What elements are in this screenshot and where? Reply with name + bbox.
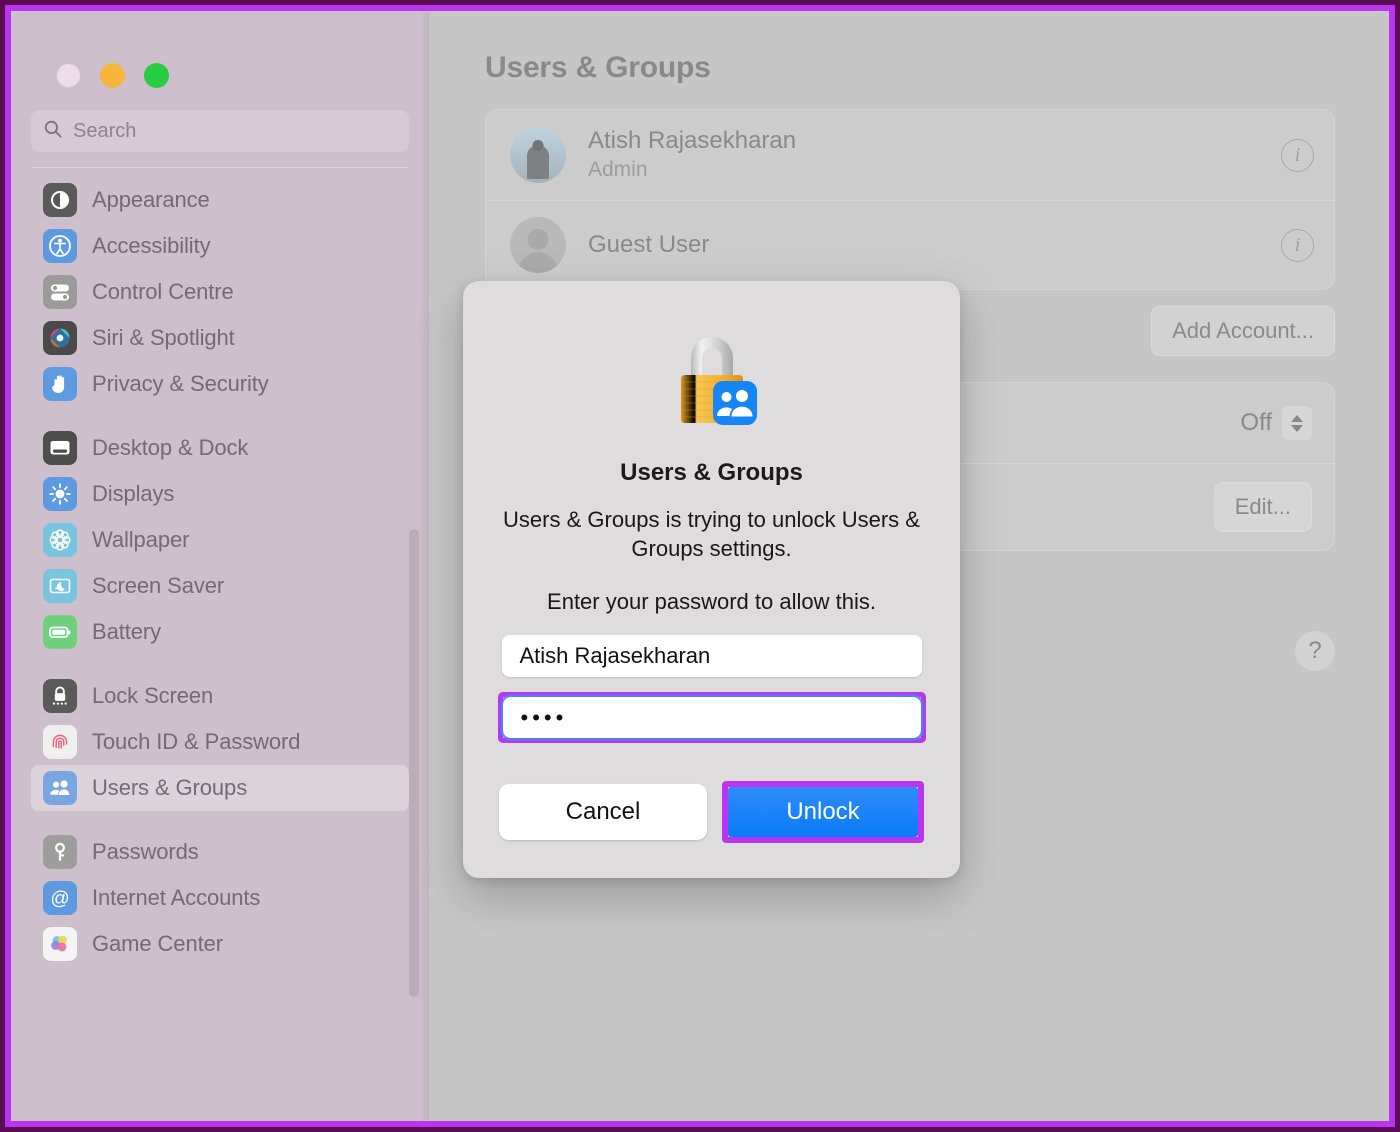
sidebar-item-appearance[interactable]: Appearance (31, 177, 409, 223)
auto-login-popup[interactable]: Off (1240, 406, 1312, 441)
chevron-updown-icon (1282, 406, 1312, 441)
minimize-button[interactable] (100, 63, 125, 88)
unlock-dialog: Users & Groups Users & Groups is trying … (463, 281, 960, 878)
sidebar-item-label: Game Center (92, 931, 223, 956)
dialog-title: Users & Groups (620, 459, 803, 486)
sidebar-item-desktop-dock[interactable]: Desktop & Dock (31, 425, 409, 471)
lock-users-groups-icon (680, 337, 757, 425)
add-account-button[interactable]: Add Account... (1151, 306, 1335, 357)
wallpaper-icon (43, 523, 77, 557)
sidebar-item-touch-id[interactable]: Touch ID & Password (31, 719, 409, 765)
sidebar-group-1: Appearance Accessibility Control Centre (31, 177, 409, 407)
table-row[interactable]: Guest User i (486, 200, 1334, 289)
sidebar-item-control-centre[interactable]: Control Centre (31, 269, 409, 315)
user-info: Guest User (588, 230, 1259, 260)
sidebar-item-label: Battery (92, 619, 161, 644)
battery-icon (43, 615, 77, 649)
cancel-button[interactable]: Cancel (499, 784, 707, 841)
password-dots: •••• (520, 704, 568, 730)
sidebar-group-2: Desktop & Dock Displays Wallpaper Screen… (31, 425, 409, 655)
close-button[interactable] (56, 63, 81, 88)
page-title: Users & Groups (485, 51, 711, 84)
sidebar-item-displays[interactable]: Displays (31, 471, 409, 517)
edit-button[interactable]: Edit... (1213, 482, 1312, 533)
sidebar-item-label: Lock Screen (92, 683, 214, 708)
sidebar-item-label: Displays (92, 481, 175, 506)
user-info: Atish Rajasekharan Admin (588, 126, 1259, 184)
window-controls (11, 11, 429, 88)
sidebar-item-lock-screen[interactable]: Lock Screen (31, 673, 409, 719)
user-role: Admin (588, 158, 648, 181)
search-container: Search (11, 88, 429, 168)
sidebar-item-game-center[interactable]: Game Center (31, 921, 409, 967)
zoom-button[interactable] (144, 63, 169, 88)
internet-accounts-icon: @ (43, 881, 77, 915)
appearance-icon (43, 183, 77, 217)
sidebar-scrollbar[interactable] (409, 529, 419, 997)
svg-text:@: @ (50, 889, 69, 910)
password-input[interactable]: •••• (502, 697, 921, 739)
sidebar-item-label: Users & Groups (92, 775, 248, 800)
passwords-icon (43, 835, 77, 869)
info-icon[interactable]: i (1281, 228, 1314, 262)
sidebar-item-accessibility[interactable]: Accessibility (31, 223, 409, 269)
annotation-border: Search Appearance Accessibility Control … (5, 5, 1395, 1127)
sidebar-item-label: Internet Accounts (92, 885, 261, 910)
sidebar-nav: Appearance Accessibility Control Centre (11, 168, 429, 967)
sidebar-item-battery[interactable]: Battery (31, 609, 409, 655)
lock-screen-icon (43, 679, 77, 713)
system-settings-window: Search Appearance Accessibility Control … (11, 11, 1389, 1121)
sidebar-item-label: Passwords (92, 839, 199, 864)
sidebar-item-internet-accounts[interactable]: @ Internet Accounts (31, 875, 409, 921)
search-icon (43, 119, 63, 144)
search-placeholder: Search (73, 119, 137, 142)
dialog-subtitle: Enter your password to allow this. (547, 589, 876, 615)
sidebar-item-users-groups[interactable]: Users & Groups (31, 765, 409, 811)
screen-saver-icon (43, 569, 77, 603)
unlock-button[interactable]: Unlock (728, 787, 918, 838)
password-field-highlight: •••• (497, 692, 926, 744)
sidebar-item-siri-spotlight[interactable]: Siri & Spotlight (31, 315, 409, 361)
sidebar-item-label: Wallpaper (92, 527, 190, 552)
sidebar-item-label: Control Centre (92, 279, 234, 304)
sidebar-item-label: Siri & Spotlight (92, 325, 235, 350)
help-button[interactable]: ? (1295, 631, 1335, 671)
game-center-icon (43, 927, 77, 961)
sidebar-group-3: Lock Screen Touch ID & Password Users & … (31, 673, 409, 811)
sidebar-item-passwords[interactable]: Passwords (31, 829, 409, 875)
user-name: Atish Rajasekharan (588, 127, 797, 154)
displays-icon (43, 477, 77, 511)
dialog-buttons: Cancel Unlock (499, 781, 924, 844)
sidebar-item-screen-saver[interactable]: Screen Saver (31, 563, 409, 609)
search-input[interactable]: Search (31, 110, 409, 152)
dialog-message: Users & Groups is trying to unlock Users… (503, 507, 920, 562)
touch-id-icon (43, 725, 77, 759)
sidebar-item-label: Screen Saver (92, 573, 225, 598)
siri-spotlight-icon (43, 321, 77, 355)
control-centre-icon (43, 275, 77, 309)
avatar (510, 127, 566, 184)
sidebar-item-label: Accessibility (92, 233, 211, 258)
avatar (510, 217, 566, 274)
sidebar-item-label: Desktop & Dock (92, 435, 249, 460)
user-name: Guest User (588, 231, 710, 259)
table-row[interactable]: Atish Rajasekharan Admin i (486, 110, 1334, 200)
sidebar: Search Appearance Accessibility Control … (11, 11, 429, 1121)
annotated-screenshot: Search Appearance Accessibility Control … (0, 0, 1400, 1132)
unlock-button-highlight: Unlock (722, 781, 924, 844)
accessibility-icon (43, 229, 77, 263)
sidebar-group-4: Passwords @ Internet Accounts Game Cente… (31, 829, 409, 967)
users-groups-icon (43, 771, 77, 805)
desktop-dock-icon (43, 431, 77, 465)
sidebar-item-label: Privacy & Security (92, 371, 269, 396)
users-list-card: Atish Rajasekharan Admin i Guest User i (485, 109, 1335, 291)
sidebar-item-privacy-security[interactable]: Privacy & Security (31, 361, 409, 407)
username-input[interactable]: Atish Rajasekharan (501, 635, 922, 678)
sidebar-item-label: Touch ID & Password (92, 729, 301, 754)
auto-login-value: Off (1240, 409, 1272, 437)
info-icon[interactable]: i (1281, 138, 1314, 172)
sidebar-item-wallpaper[interactable]: Wallpaper (31, 517, 409, 563)
sidebar-item-label: Appearance (92, 187, 210, 212)
privacy-security-icon (43, 367, 77, 401)
